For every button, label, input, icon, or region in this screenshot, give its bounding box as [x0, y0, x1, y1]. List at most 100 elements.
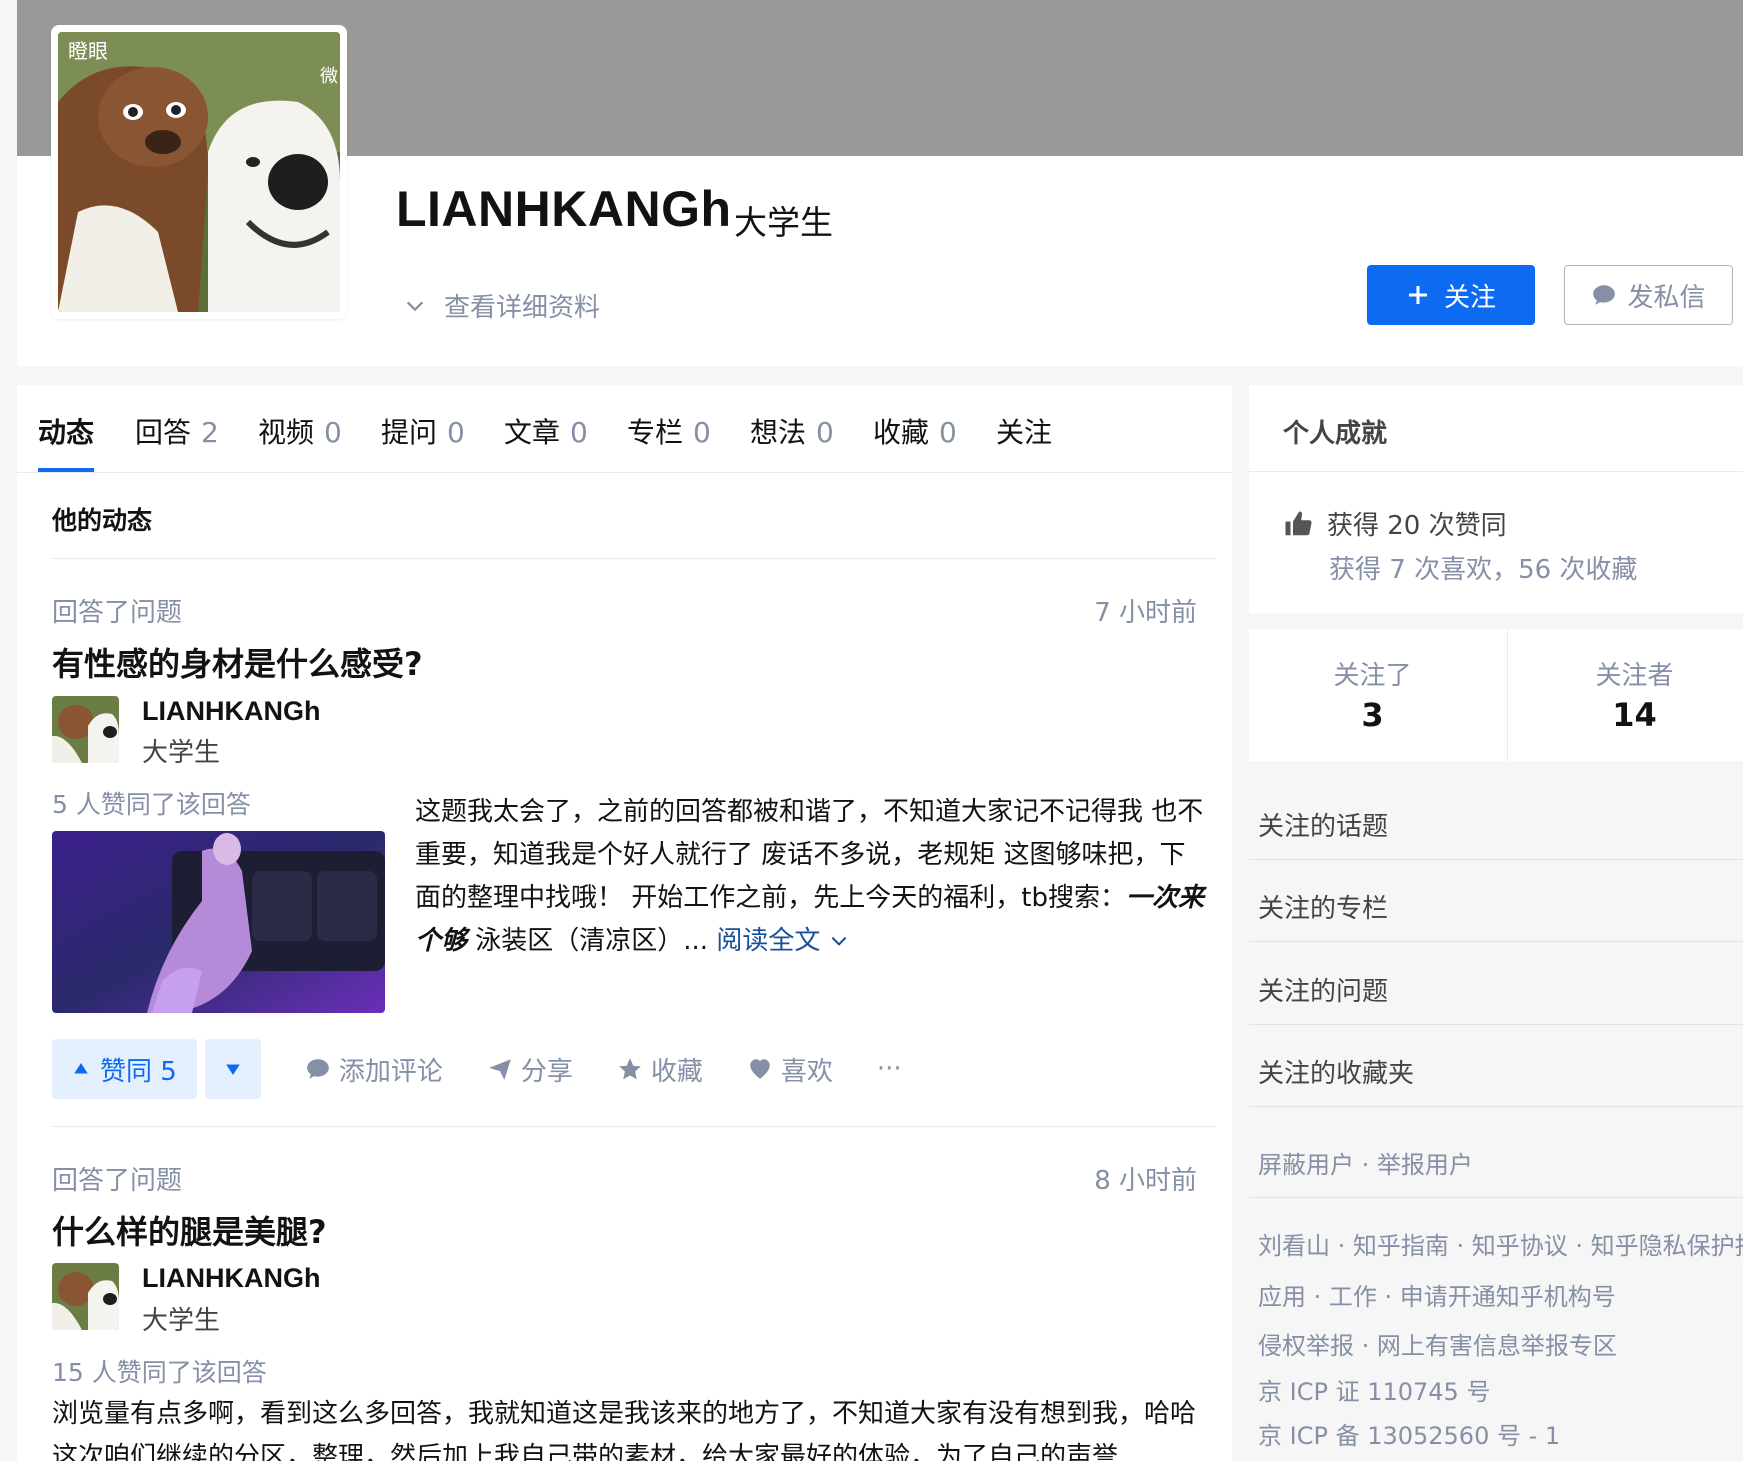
tab-label: 想法 [750, 416, 807, 449]
comment-icon [306, 1059, 329, 1079]
tab-following[interactable]: 关注 [996, 411, 1052, 451]
divider [1249, 859, 1743, 860]
tab-columns[interactable]: 专栏 0 [627, 411, 711, 451]
tab-label: 提问 [381, 416, 438, 449]
tab-videos[interactable]: 视频 0 [258, 411, 342, 451]
feed-time: 8 小时前 [1094, 1166, 1197, 1196]
star-icon [619, 1058, 641, 1080]
author-name[interactable]: LIANHKANGh [142, 1263, 320, 1294]
avatar-image: 瞪眼 微 [58, 32, 340, 312]
vote-count-text: 15 人赞同了该回答 [52, 1358, 267, 1387]
downvote-button[interactable] [204, 1039, 261, 1099]
read-more-label: 阅读全文 [716, 926, 821, 956]
paper-plane-icon [488, 1059, 511, 1080]
tab-count: 0 [939, 416, 957, 449]
divider [52, 1126, 1216, 1127]
answer-excerpt[interactable]: 浏览量有点多啊，看到这么多回答，我就知道这是我该来的地方了，不知道大家有没有想到… [52, 1393, 1217, 1461]
footer-links-3[interactable]: 侵权举报 · 网上有害信息举报专区 [1258, 1326, 1617, 1361]
profile-main: 动态 回答 2 视频 0 提问 0 文章 0 专栏 0 想法 0 收藏 0 关注 他的动态 回… [17, 385, 1232, 1461]
thumbs-up-icon [1285, 511, 1312, 535]
footer-links-1[interactable]: 刘看山 · 知乎指南 · 知乎协议 · 知乎隐私保护指引 [1258, 1226, 1743, 1261]
share-button[interactable]: 分享 [487, 1051, 573, 1088]
profile-avatar[interactable]: 瞪眼 微 [51, 25, 347, 319]
tab-answers[interactable]: 回答 2 [135, 411, 219, 451]
follow-button-label: 关注 [1443, 282, 1496, 313]
tab-articles[interactable]: 文章 0 [504, 411, 588, 451]
excerpt-tail: 泳装区（清凉区）... [467, 926, 709, 956]
footer-icp-record[interactable]: 京 ICP 备 13052560 号 - 1 [1258, 1416, 1560, 1451]
feed-time: 7 小时前 [1094, 598, 1197, 628]
tab-activity[interactable]: 动态 [38, 411, 94, 451]
sidebar-link-collections[interactable]: 关注的收藏夹 [1258, 1053, 1414, 1090]
profile-name: LIANHKANGh [396, 181, 732, 237]
following-count: 3 [1361, 696, 1384, 734]
question-title[interactable]: 什么样的腿是美腿? [52, 1207, 327, 1253]
author-headline: 大学生 [142, 738, 221, 768]
answer-excerpt[interactable]: 这题我太会了，之前的回答都被和谐了，不知道大家记不记得我 也不重要，知道我是个好… [415, 791, 1207, 963]
more-icon: ··· [876, 1054, 902, 1084]
tab-label: 文章 [504, 416, 561, 449]
upvote-label: 赞同 5 [100, 1056, 177, 1087]
triangle-up-icon [74, 1063, 88, 1074]
author-name[interactable]: LIANHKANGh [142, 696, 320, 727]
follow-button[interactable]: 关注 [1367, 265, 1535, 325]
likes-received-text: 获得 20 次赞同 [1327, 511, 1507, 541]
tab-label: 动态 [38, 416, 95, 449]
profile-headline: 大学生 [734, 203, 833, 242]
likes-received: 获得 20 次赞同 [1283, 505, 1507, 542]
tab-label: 视频 [258, 416, 315, 449]
tab-label: 专栏 [627, 416, 684, 449]
comment-label: 添加评论 [338, 1056, 443, 1087]
send-message-button[interactable]: 发私信 [1564, 265, 1733, 325]
author-avatar[interactable] [52, 1263, 119, 1330]
chevron-down-icon [831, 936, 847, 946]
tab-label: 收藏 [873, 416, 930, 449]
svg-text:瞪眼: 瞪眼 [68, 39, 108, 63]
tab-count: 0 [693, 416, 711, 449]
like-label: 喜欢 [780, 1056, 833, 1087]
profile-tabs: 动态 回答 2 视频 0 提问 0 文章 0 专栏 0 想法 0 收藏 0 关注 [17, 385, 1232, 473]
read-more-link[interactable]: 阅读全文 [716, 926, 848, 956]
divider [1249, 1024, 1743, 1025]
tab-questions[interactable]: 提问 0 [381, 411, 465, 451]
following-stat[interactable]: 关注了 3 [1249, 629, 1496, 761]
like-button[interactable]: 喜欢 [747, 1051, 833, 1088]
followers-count: 14 [1612, 696, 1657, 734]
heart-icon [750, 1059, 770, 1079]
divider [1249, 1106, 1743, 1107]
block-report-links[interactable]: 屏蔽用户 · 举报用户 [1258, 1145, 1473, 1180]
followers-stat[interactable]: 关注者 14 [1511, 629, 1743, 761]
footer-icp-license[interactable]: 京 ICP 证 110745 号 [1258, 1372, 1490, 1407]
avatar-image [52, 1263, 119, 1330]
tab-label: 回答 [135, 416, 192, 449]
excerpt-text: 这题我太会了，之前的回答都被和谐了，不知道大家记不记得我 也不重要，知道我是个好… [415, 797, 1204, 913]
tab-pins[interactable]: 想法 0 [750, 411, 834, 451]
collect-button[interactable]: 收藏 [617, 1051, 703, 1088]
footer-links-2[interactable]: 应用 · 工作 · 申请开通知乎机构号 [1258, 1277, 1616, 1312]
sidebar-link-columns[interactable]: 关注的专栏 [1258, 888, 1388, 925]
following-label: 关注了 [1333, 661, 1412, 691]
author-avatar[interactable] [52, 696, 119, 763]
comment-button[interactable]: 添加评论 [305, 1051, 443, 1088]
view-details-label: 查看详细资料 [444, 293, 601, 323]
sidebar-link-questions[interactable]: 关注的问题 [1258, 971, 1388, 1008]
answer-actions: 赞同 5 添加评论 分享 收藏 喜欢 ··· [52, 1039, 902, 1099]
achievements-card: 个人成就 获得 20 次赞同 获得 7 次喜欢，56 次收藏 [1249, 385, 1743, 613]
question-title[interactable]: 有性感的身材是什么感受? [52, 639, 423, 685]
divider [52, 558, 1216, 559]
divider [1507, 629, 1508, 761]
sidebar-link-topics[interactable]: 关注的话题 [1258, 806, 1388, 843]
answer-thumbnail[interactable] [52, 831, 385, 1013]
section-title: 他的动态 [52, 506, 153, 535]
more-button[interactable]: ··· [877, 1054, 902, 1084]
tab-count: 0 [570, 416, 588, 449]
upvote-button[interactable]: 赞同 5 [52, 1039, 197, 1099]
divider [1249, 471, 1743, 472]
view-details-link[interactable]: 查看详细资料 [404, 287, 600, 324]
vote-count-text: 5 人赞同了该回答 [52, 790, 251, 819]
tab-collections[interactable]: 收藏 0 [873, 411, 957, 451]
tab-count: 0 [447, 416, 465, 449]
triangle-down-icon [226, 1064, 240, 1075]
author-headline: 大学生 [142, 1306, 221, 1336]
thumbnail-image [52, 831, 385, 1013]
